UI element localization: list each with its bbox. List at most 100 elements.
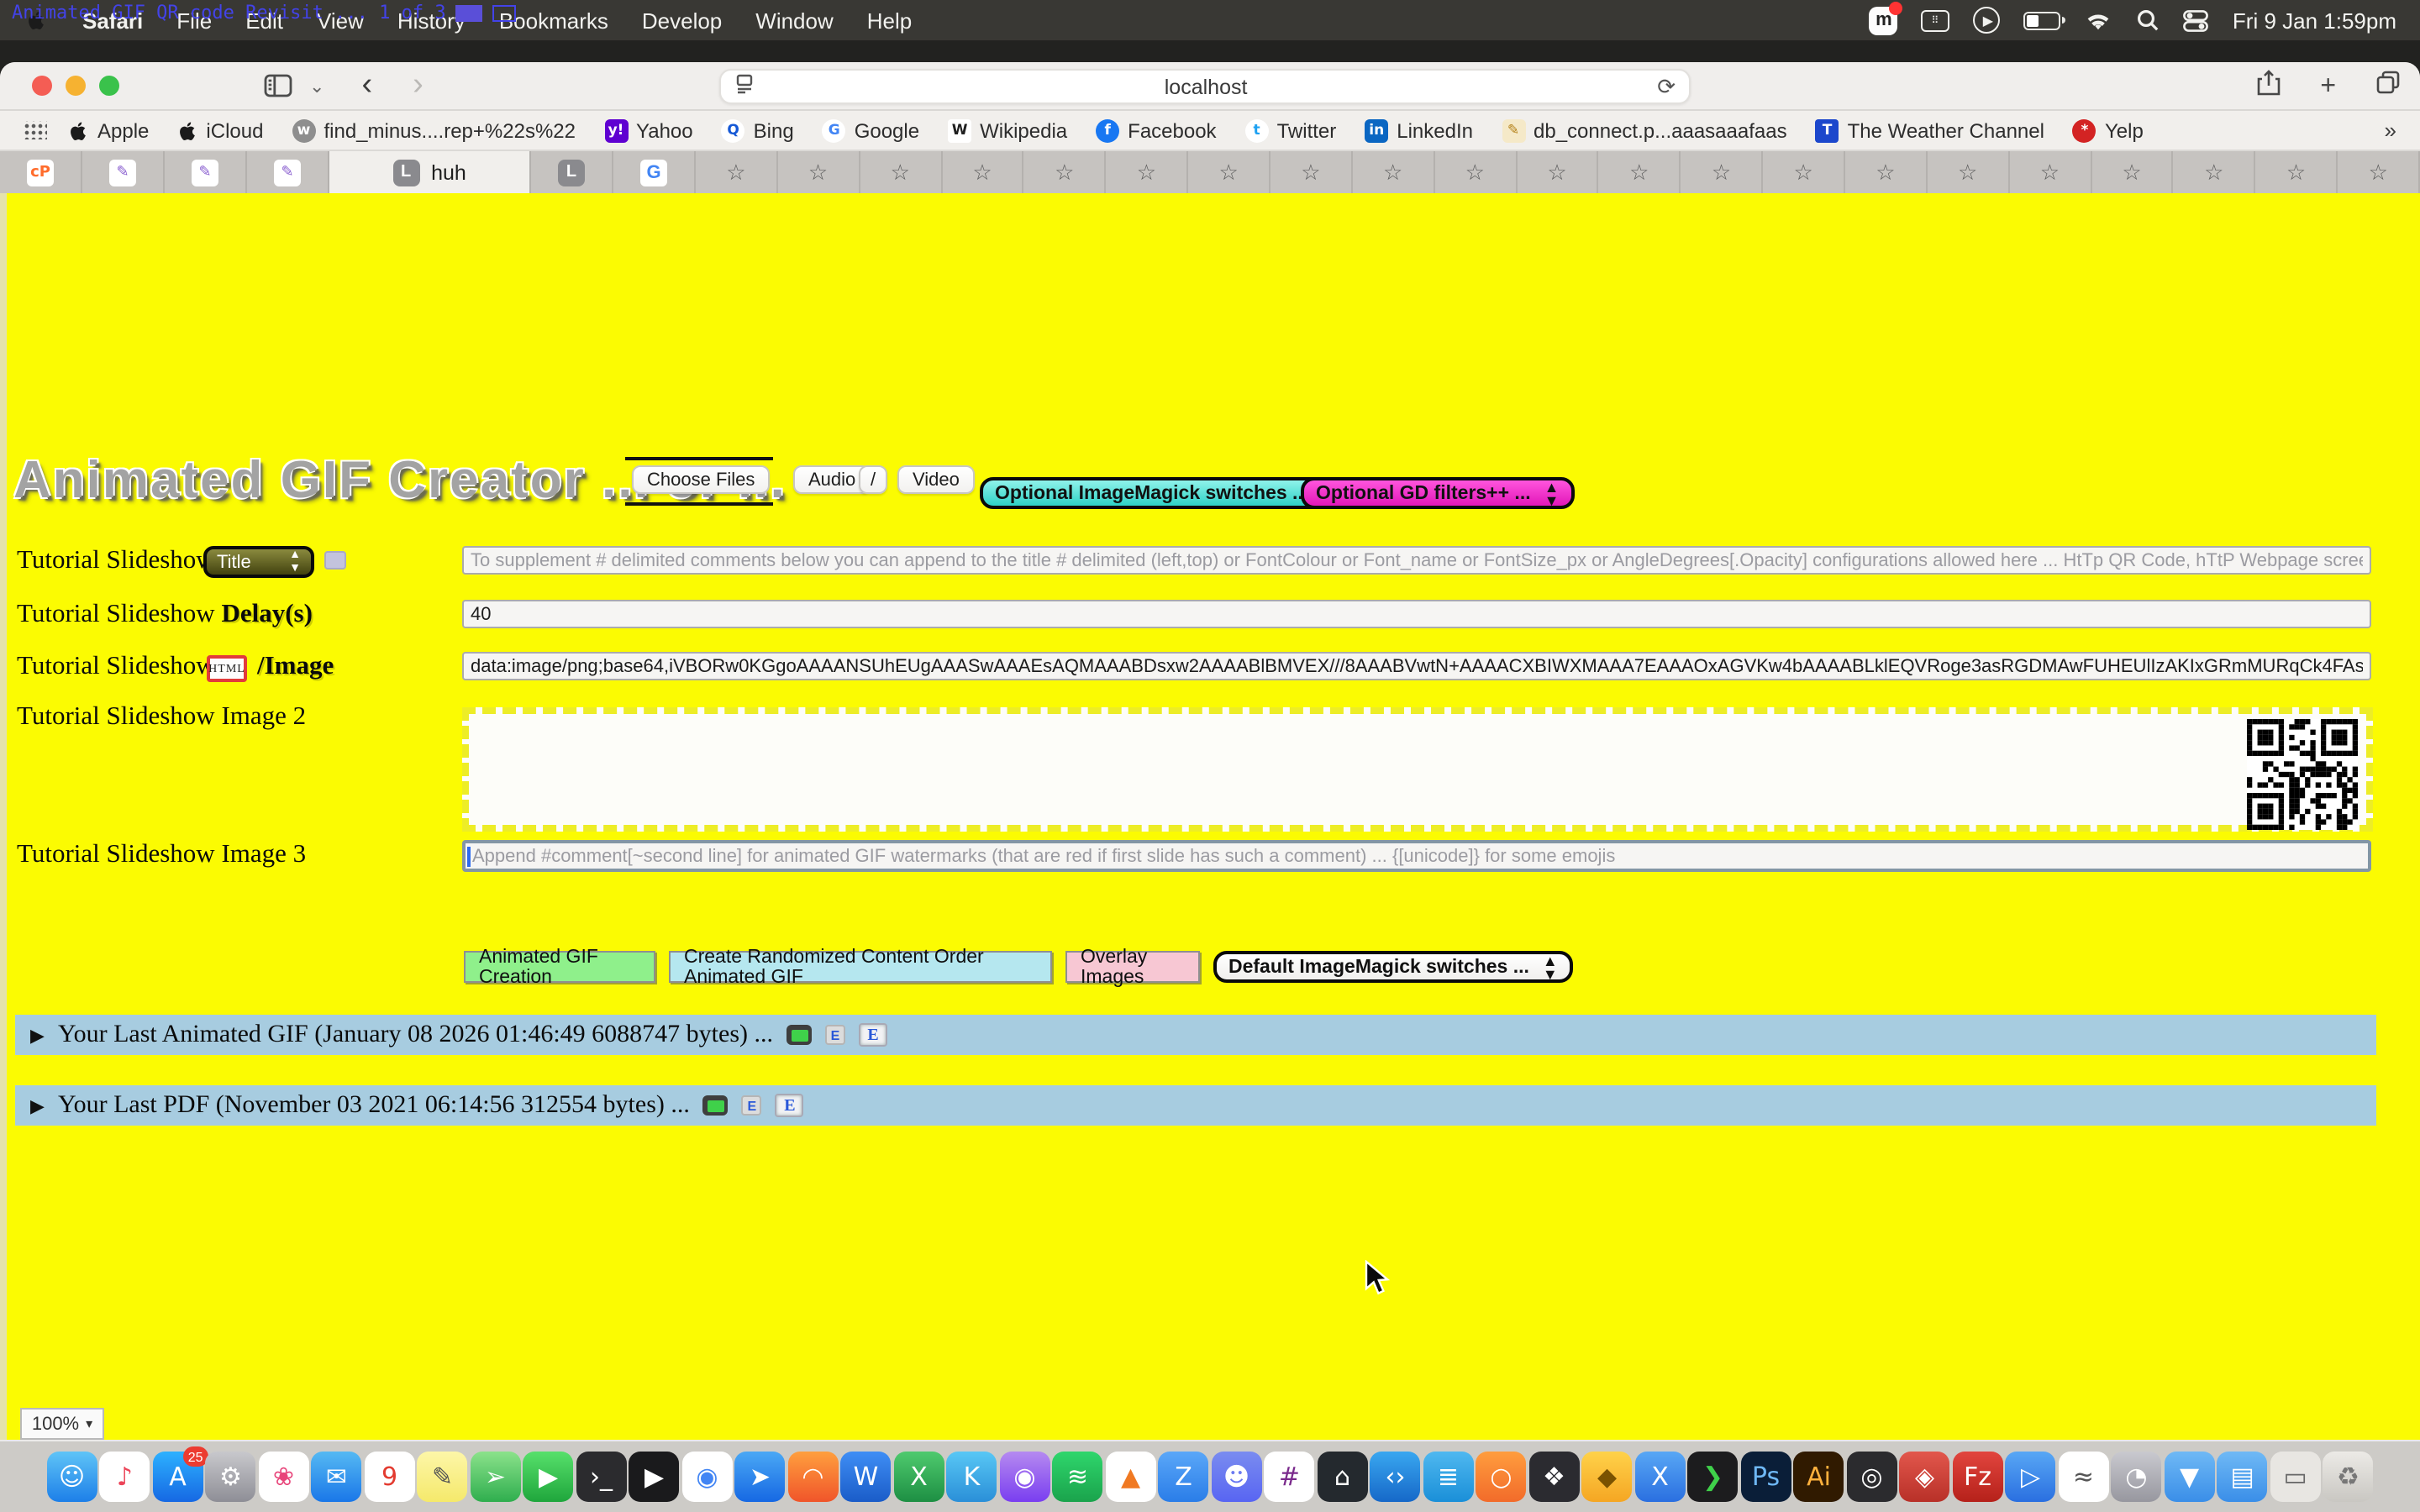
dock-app[interactable]: ◔ xyxy=(2112,1452,2162,1502)
dock-app[interactable]: Ps xyxy=(1741,1452,1791,1502)
tab-l[interactable]: L xyxy=(531,151,613,193)
dock-app[interactable]: A 25 xyxy=(153,1452,203,1502)
bookmark-item[interactable]: f Facebook xyxy=(1089,118,1223,142)
gd-filters-select[interactable]: Optional GD filters++ ...▲▼ xyxy=(1301,477,1574,509)
title-supplement-input[interactable] xyxy=(462,546,2371,575)
dock-app[interactable]: ♻ xyxy=(2323,1452,2374,1502)
imagemagick-switches-select[interactable]: Optional ImageMagick switches ...▲▼ xyxy=(980,477,1352,509)
dock-app[interactable]: ≣ xyxy=(1423,1452,1474,1502)
bookmarks-grid-icon[interactable] xyxy=(24,121,47,139)
tab-empty-star[interactable]: ☆ xyxy=(1188,151,1270,193)
dock-app[interactable]: ▶ xyxy=(523,1452,574,1502)
dock-app[interactable]: X xyxy=(1635,1452,1686,1502)
dock-app[interactable]: ☻ xyxy=(1212,1452,1262,1502)
app-status-icon[interactable]: m xyxy=(1870,6,1898,34)
spotlight-icon[interactable] xyxy=(2137,8,2160,32)
tab-empty-star[interactable]: ☆ xyxy=(1434,151,1517,193)
bookmark-item[interactable]: T The Weather Channel xyxy=(1809,118,2051,142)
dock-app[interactable]: 9 xyxy=(365,1452,415,1502)
dock-app[interactable]: ▤ xyxy=(2217,1452,2268,1502)
dock-app[interactable]: ◉ xyxy=(682,1452,733,1502)
image2-dropzone[interactable] xyxy=(462,707,2373,832)
battery-icon[interactable] xyxy=(2024,11,2061,29)
dock-app[interactable]: ▲ xyxy=(1106,1452,1156,1502)
dock-app[interactable]: ♪ xyxy=(100,1452,150,1502)
dock-app[interactable]: ▶ xyxy=(629,1452,680,1502)
menu-bar-clock[interactable]: Fri 9 Jan 1:59pm xyxy=(2233,8,2396,33)
tab-empty-star[interactable]: ☆ xyxy=(778,151,860,193)
dock-app[interactable]: ≈ xyxy=(2059,1452,2109,1502)
pinned-tab[interactable]: ✎ xyxy=(82,151,165,193)
tab-empty-star[interactable]: ☆ xyxy=(1845,151,1928,193)
tab-empty-star[interactable]: ☆ xyxy=(860,151,942,193)
colour-well[interactable] xyxy=(324,551,346,570)
dock-app[interactable]: K xyxy=(947,1452,997,1502)
tab-empty-star[interactable]: ☆ xyxy=(1681,151,1764,193)
forward-button[interactable]: › xyxy=(413,67,424,104)
tab-empty-star[interactable]: ☆ xyxy=(2174,151,2256,193)
tab-empty-star[interactable]: ☆ xyxy=(1024,151,1107,193)
overlay-images-button[interactable]: Overlay Images xyxy=(1065,951,1200,983)
dock-app[interactable]: ❀ xyxy=(259,1452,309,1502)
disclosure-triangle-icon[interactable]: ▶ xyxy=(30,1095,45,1116)
tab-empty-star[interactable]: ☆ xyxy=(1928,151,2010,193)
menu-item[interactable]: Window xyxy=(739,8,850,33)
tab-empty-star[interactable]: ☆ xyxy=(2091,151,2174,193)
last-animated-gif-bar[interactable]: ▶ Your Last Animated GIF (January 08 202… xyxy=(15,1015,2376,1055)
bookmark-item[interactable]: * Yelp xyxy=(2066,118,2150,142)
tab-empty-star[interactable]: ☆ xyxy=(2338,151,2420,193)
tab-empty-star[interactable]: ☆ xyxy=(1107,151,1189,193)
tab-active[interactable]: L huh xyxy=(329,151,531,193)
tab-empty-star[interactable]: ☆ xyxy=(1270,151,1353,193)
default-imagemagick-select[interactable]: Default ImageMagick switches ...▲▼ xyxy=(1213,951,1573,983)
page-format-icon[interactable] xyxy=(734,71,755,102)
dock-app[interactable]: ❖ xyxy=(1529,1452,1580,1502)
sidebar-chevron-icon[interactable]: ⌄ xyxy=(309,75,324,97)
dock-app[interactable]: ❯ xyxy=(1688,1452,1739,1502)
refresh-icon[interactable]: ⟳ xyxy=(1657,73,1676,100)
image-datauri-input[interactable] xyxy=(462,652,2371,680)
pdf-preview-icon[interactable] xyxy=(703,1095,729,1116)
close-window-button[interactable] xyxy=(32,76,52,96)
bookmark-item[interactable]: Q Bing xyxy=(715,118,801,142)
wifi-icon[interactable] xyxy=(2085,9,2113,31)
tab-google[interactable]: G xyxy=(613,151,696,193)
bookmark-item[interactable]: ✎ db_connect.p...aaasaaafaas xyxy=(1495,118,1794,142)
tab-empty-star[interactable]: ☆ xyxy=(1353,151,1435,193)
bookmark-item[interactable]: Apple xyxy=(62,118,155,142)
dock-app[interactable]: ⚙ xyxy=(206,1452,256,1502)
slash-button[interactable]: / xyxy=(859,465,887,494)
pinned-tab[interactable]: ✎ xyxy=(247,151,329,193)
dock-app[interactable]: ◈ xyxy=(1900,1452,1950,1502)
share-icon[interactable] xyxy=(2256,69,2280,104)
dock-app[interactable]: ▼ xyxy=(2165,1452,2215,1502)
dock-app[interactable]: ▷ xyxy=(2006,1452,2056,1502)
dock-app[interactable]: # xyxy=(1265,1452,1315,1502)
bookmark-item[interactable]: W Wikipedia xyxy=(941,118,1074,142)
control-center-icon[interactable] xyxy=(2184,9,2209,31)
keyboard-icon[interactable]: ⠿ xyxy=(1922,9,1950,31)
disclosure-triangle-icon[interactable]: ▶ xyxy=(30,1024,45,1046)
dock-app[interactable]: ○ xyxy=(1476,1452,1527,1502)
title-select[interactable]: Title▲▼ xyxy=(203,546,314,578)
delay-input[interactable] xyxy=(462,600,2371,628)
dock-app[interactable]: ‹› xyxy=(1370,1452,1421,1502)
play-icon[interactable]: ▶ xyxy=(1974,7,2001,34)
menu-item[interactable]: Help xyxy=(850,8,929,33)
dock-app[interactable]: Fz xyxy=(1953,1452,2003,1502)
email-small-icon[interactable]: E xyxy=(742,1095,762,1116)
menu-item[interactable]: Develop xyxy=(625,8,739,33)
minimize-window-button[interactable] xyxy=(66,76,86,96)
new-tab-icon[interactable]: + xyxy=(2320,71,2336,102)
zoom-window-button[interactable] xyxy=(99,76,119,96)
sidebar-toggle-icon[interactable] xyxy=(264,74,292,97)
dock-app[interactable]: ▭ xyxy=(2270,1452,2321,1502)
bookmark-item[interactable]: t Twitter xyxy=(1239,118,1344,142)
email-envelope-icon[interactable]: E xyxy=(859,1023,887,1047)
address-bar[interactable]: localhost ⟳ xyxy=(719,69,1691,104)
email-small-icon[interactable]: E xyxy=(825,1025,845,1045)
dock-app[interactable]: Z xyxy=(1159,1452,1209,1502)
last-pdf-bar[interactable]: ▶ Your Last PDF (November 03 2021 06:14:… xyxy=(15,1085,2376,1126)
randomized-gif-button[interactable]: Create Randomized Content Order Animated… xyxy=(669,951,1052,983)
dock-app[interactable]: ☺ xyxy=(47,1452,97,1502)
